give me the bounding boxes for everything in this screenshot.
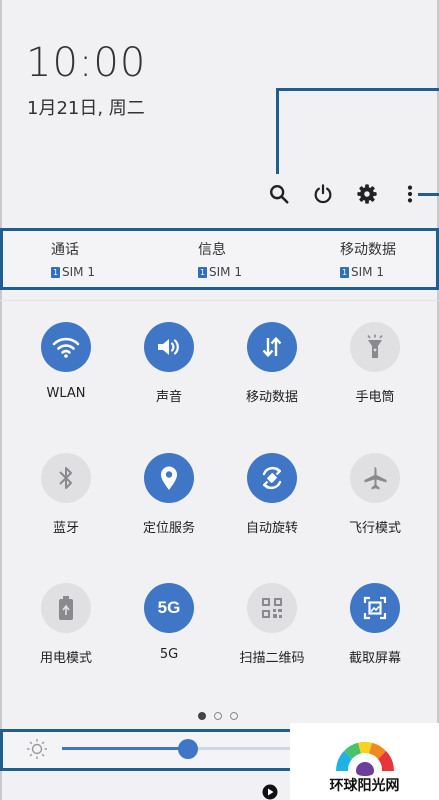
flashlight-icon <box>350 322 400 372</box>
sim-item-mobile-data[interactable]: 移动数据 1 SIM 1 <box>340 239 396 279</box>
sim-card-icon: 1 <box>198 266 207 278</box>
sim-item-value: SIM 1 <box>351 265 384 279</box>
bluetooth-icon <box>41 453 91 503</box>
sound-icon <box>144 322 194 372</box>
page-dot[interactable] <box>214 712 222 720</box>
battery-icon <box>41 583 91 633</box>
tile-qr-scan[interactable]: 扫描二维码 <box>222 583 322 666</box>
5g-icon-text: 5G <box>157 598 181 617</box>
tile-label: WLAN <box>46 386 86 401</box>
page-indicator <box>198 712 238 720</box>
sim-card-icon: 1 <box>340 266 349 278</box>
tile-label: 移动数据 <box>245 390 298 405</box>
sim-card-icon: 1 <box>51 266 60 278</box>
tile-auto-rotate[interactable]: 自动旋转 <box>222 453 322 536</box>
brightness-icon <box>26 738 48 760</box>
tile-flashlight[interactable]: 手电筒 <box>325 322 425 405</box>
tile-label: 声音 <box>155 390 182 405</box>
airplane-icon <box>350 453 400 503</box>
clock-date: 1月21日, 周二 <box>27 98 145 119</box>
location-icon <box>144 453 194 503</box>
tile-label: 手电筒 <box>355 390 395 405</box>
tile-label: 自动旋转 <box>245 521 298 536</box>
sim-item-calls[interactable]: 通话 1 SIM 1 <box>51 239 95 279</box>
sim-item-value: SIM 1 <box>62 265 95 279</box>
sim-info-panel: 通话 1 SIM 1 信息 1 SIM 1 移动数据 1 SIM 1 <box>0 228 439 290</box>
tile-power-mode[interactable]: 用电模式 <box>16 583 116 666</box>
annotation-line <box>276 88 279 174</box>
qr-code-icon <box>247 583 297 633</box>
tile-label: 定位服务 <box>142 521 195 536</box>
tile-label: 用电模式 <box>39 651 92 666</box>
page-dot[interactable] <box>198 712 206 720</box>
clock-time: 10:00 <box>26 40 147 86</box>
tile-bluetooth[interactable]: 蓝牙 <box>16 453 116 536</box>
tile-airplane[interactable]: 飞行模式 <box>325 453 425 536</box>
sim-item-label: 移动数据 <box>340 242 396 258</box>
section-divider <box>0 300 439 301</box>
sim-item-value: SIM 1 <box>209 265 242 279</box>
screen-edge-left <box>0 0 2 800</box>
tile-location[interactable]: 定位服务 <box>119 453 219 536</box>
tile-5g[interactable]: 5G 5G <box>119 583 219 662</box>
page-dot[interactable] <box>230 712 238 720</box>
5g-icon: 5G <box>144 583 194 633</box>
brightness-slider-remaining[interactable] <box>188 747 292 750</box>
tile-label: 飞行模式 <box>348 521 401 536</box>
annotation-line <box>276 88 439 91</box>
tile-label: 蓝牙 <box>52 521 79 536</box>
more-vertical-icon[interactable] <box>398 182 422 206</box>
tile-mobile-data[interactable]: 移动数据 <box>222 322 322 405</box>
screenshot-icon <box>350 583 400 633</box>
tile-screenshot[interactable]: 截取屏幕 <box>325 583 425 666</box>
rotate-icon <box>247 453 297 503</box>
wifi-icon <box>41 322 91 372</box>
power-icon[interactable] <box>311 182 335 206</box>
tile-sound[interactable]: 声音 <box>119 322 219 405</box>
sim-item-label: 通话 <box>51 242 79 258</box>
sim-item-label: 信息 <box>198 242 226 258</box>
tile-label: 扫描二维码 <box>239 651 305 666</box>
brightness-slider-handle[interactable] <box>178 739 198 759</box>
tile-label: 截取屏幕 <box>348 651 401 666</box>
mobile-data-icon <box>247 322 297 372</box>
gear-icon[interactable] <box>355 182 379 206</box>
search-icon[interactable] <box>267 182 291 206</box>
rainbow-logo-icon <box>336 741 394 776</box>
tile-wlan[interactable]: WLAN <box>16 322 116 401</box>
watermark-text: 环球阳光网 <box>329 778 400 794</box>
tile-label: 5G <box>159 647 179 662</box>
sim-item-messages[interactable]: 信息 1 SIM 1 <box>198 239 242 279</box>
watermark-logo: 环球阳光网 <box>290 723 439 800</box>
play-icon[interactable] <box>262 784 278 800</box>
